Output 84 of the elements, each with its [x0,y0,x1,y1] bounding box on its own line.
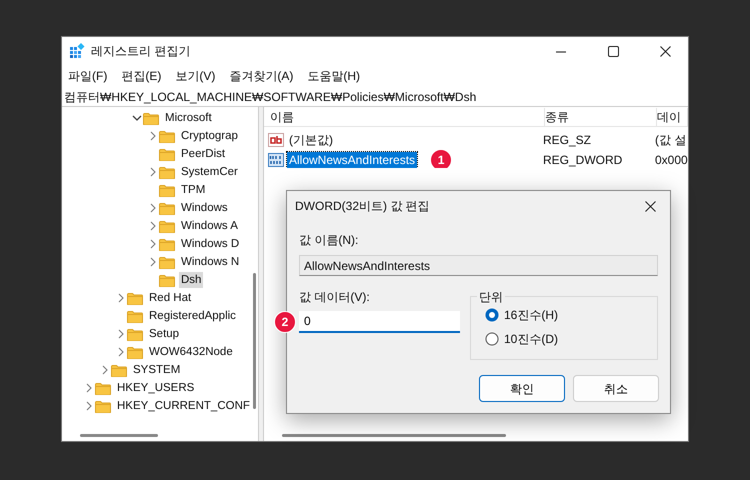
radio-label[interactable]: 10진수(D) [504,330,558,348]
chevron-icon[interactable] [132,113,142,123]
column-header[interactable]: 종류 [545,108,657,126]
binary-value-icon [268,153,284,167]
chevron-icon[interactable] [148,257,158,267]
folder-icon [159,130,175,142]
menu-item[interactable]: 보기(V) [175,67,216,85]
tree-item[interactable]: Microsoft [163,110,214,126]
chevron-icon[interactable] [148,221,158,231]
cancel-button[interactable]: 취소 [573,375,659,402]
scrollbar-thumb[interactable] [80,434,158,436]
tree-item[interactable]: HKEY_CURRENT_CONF [115,398,250,414]
close-icon [644,200,656,212]
chevron-icon[interactable] [148,203,158,213]
folder-icon [159,202,175,214]
folder-icon [127,328,143,340]
name-field[interactable]: AllowNewsAndInterests [299,255,658,276]
folder-icon [159,238,175,250]
field-label: 값 이름(N): [299,232,360,249]
radio-button[interactable] [485,308,499,322]
field-label: 값 데이터(V): [299,289,371,306]
tree-item[interactable]: WOW6432Node [147,344,235,360]
callout-number: 1 [430,149,452,168]
tree-item[interactable]: HKEY_USERS [115,380,196,396]
chevron-icon[interactable] [84,401,94,411]
window-title: 레지스트리 편집기 [91,43,192,60]
chevron-icon[interactable] [148,167,158,177]
folder-icon [127,292,143,304]
tree-item[interactable]: Windows N [179,254,242,270]
app-icon [69,43,85,59]
tree-item[interactable]: Dsh [179,272,204,288]
chevron-icon[interactable] [116,347,126,357]
tree-item[interactable]: Setup [147,326,182,342]
ok-button[interactable]: 확인 [479,375,565,402]
folder-icon [127,310,143,322]
scrollbar-thumb[interactable] [282,434,506,436]
tree-item[interactable]: Windows [179,200,230,216]
chevron-icon[interactable] [84,383,94,393]
tree-item[interactable]: Cryptograp [179,128,240,144]
value-data: (값 설 [655,132,688,148]
menu-item[interactable]: 즐겨찾기(A) [229,67,294,85]
menu-item[interactable]: 편집(E) [121,67,162,85]
folder-icon [111,364,127,376]
chevron-icon[interactable] [100,365,110,375]
data-input-field[interactable]: 0 [299,311,460,333]
folder-icon [127,346,143,358]
folder-icon [159,220,175,232]
folder-icon [159,148,175,160]
folder-icon [95,382,111,394]
tree-item[interactable]: PeerDist [179,146,228,162]
menu-item[interactable]: 파일(F) [68,67,108,85]
radio-button[interactable] [485,332,499,346]
scrollbar-thumb[interactable] [252,273,256,409]
menu-item[interactable]: 도움말(H) [307,67,360,85]
radio-label[interactable]: 16진수(H) [504,306,558,324]
chevron-icon[interactable] [148,239,158,249]
callout-number: 2 [274,311,296,333]
maximize-icon [608,46,618,56]
tree-item[interactable]: RegisteredApplic [147,308,238,324]
folder-icon [159,256,175,268]
chevron-icon[interactable] [116,293,126,303]
tree-item[interactable]: SystemCer [179,164,240,180]
tree-item[interactable]: Windows A [179,218,240,234]
column-header[interactable]: 이름 [270,108,545,126]
folder-icon [159,274,175,286]
tree-item[interactable]: SYSTEM [131,362,182,378]
value-name[interactable]: (기본값) [287,132,335,148]
value-type: REG_SZ [543,132,592,148]
value-type: REG_DWORD [543,152,624,168]
tree-item[interactable]: Windows D [179,236,242,252]
value-name[interactable]: AllowNewsAndInterests [287,152,418,168]
chevron-icon[interactable] [148,131,158,141]
close-icon [660,46,670,56]
dialog-title: DWORD(32비트) 값 편집 [295,198,430,215]
folder-icon [95,400,111,412]
folder-icon [159,166,175,178]
folder-icon [159,184,175,196]
column-header[interactable]: 데이 [657,108,688,126]
tree-item[interactable]: TPM [179,182,208,198]
value-data: 0x000 [655,152,688,168]
chevron-icon[interactable] [116,329,126,339]
tree-item[interactable]: Red Hat [147,290,194,306]
folder-icon [143,112,159,124]
string-value-icon [268,132,284,146]
